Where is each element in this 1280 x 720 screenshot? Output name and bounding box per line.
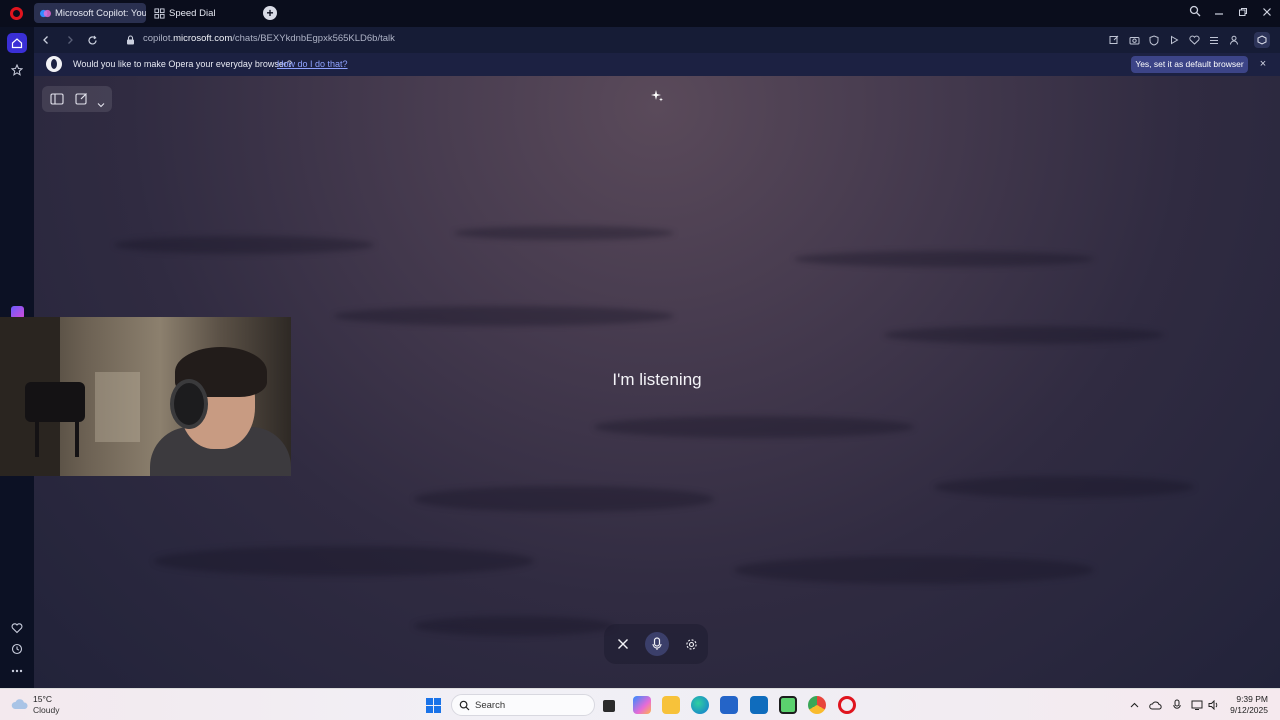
volume-icon[interactable] bbox=[1207, 698, 1221, 712]
minimize-button[interactable] bbox=[1209, 4, 1229, 22]
extensions-icon[interactable] bbox=[1254, 32, 1270, 48]
chevron-up-icon[interactable] bbox=[1127, 698, 1141, 712]
windows-taskbar: 15°C Cloudy Search 9:39 PM 9/12/2025 bbox=[0, 688, 1280, 720]
close-window-button[interactable] bbox=[1257, 4, 1277, 22]
edit-icon[interactable] bbox=[1106, 32, 1122, 48]
weather-temperature[interactable]: 15°C bbox=[33, 694, 52, 704]
tab-copilot[interactable]: Microsoft Copilot: Your AI bbox=[34, 3, 146, 23]
more-icon[interactable] bbox=[7, 661, 27, 681]
heart-icon[interactable] bbox=[7, 618, 27, 638]
menu-icon[interactable] bbox=[1206, 32, 1222, 48]
terminal-app-icon[interactable] bbox=[779, 696, 797, 714]
water-texture bbox=[794, 251, 1094, 267]
water-texture bbox=[934, 476, 1194, 498]
forward-button[interactable] bbox=[61, 31, 79, 49]
search-tabs-icon[interactable] bbox=[1185, 4, 1205, 22]
chair-leg bbox=[75, 417, 79, 457]
how-to-link[interactable]: How do I do that? bbox=[277, 59, 348, 69]
shield-icon[interactable] bbox=[1146, 32, 1162, 48]
water-texture bbox=[414, 616, 614, 636]
cloudy-weather-icon[interactable] bbox=[11, 698, 29, 710]
task-view-icon[interactable] bbox=[603, 700, 615, 712]
address-bar: copilot.microsoft.com/chats/BEXYkdnbEgpx… bbox=[34, 27, 1280, 53]
water-texture bbox=[334, 306, 674, 326]
tab-speed-dial[interactable]: Speed Dial bbox=[148, 3, 258, 23]
opera-taskbar-icon[interactable] bbox=[838, 696, 856, 714]
taskbar-search-box[interactable]: Search bbox=[451, 694, 595, 716]
set-default-browser-button[interactable]: Yes, set it as default browser bbox=[1131, 56, 1248, 73]
play-icon[interactable] bbox=[1166, 32, 1182, 48]
chevron-down-icon[interactable] bbox=[97, 95, 106, 108]
settings-gear-button[interactable] bbox=[679, 632, 703, 656]
infobar-message: Would you like to make Opera your everyd… bbox=[73, 59, 292, 69]
end-voice-button[interactable] bbox=[611, 632, 635, 656]
tab-bar: Microsoft Copilot: Your AI Speed Dial + bbox=[0, 0, 1280, 27]
headphones bbox=[170, 379, 208, 429]
copilot-favicon-icon bbox=[40, 9, 51, 17]
grid-icon bbox=[154, 7, 165, 19]
search-placeholder: Search bbox=[475, 700, 506, 711]
profile-icon[interactable] bbox=[1226, 32, 1242, 48]
microsoft-store-icon[interactable] bbox=[720, 696, 738, 714]
network-icon[interactable] bbox=[1190, 698, 1204, 712]
chair bbox=[25, 382, 85, 422]
tab-label: Microsoft Copilot: Your AI bbox=[55, 7, 146, 19]
windows-start-icon[interactable] bbox=[426, 698, 441, 713]
sparkle-icon bbox=[651, 90, 663, 102]
outlook-icon[interactable] bbox=[750, 696, 768, 714]
restore-button[interactable] bbox=[1233, 4, 1253, 22]
camera-icon[interactable] bbox=[1126, 32, 1142, 48]
copilot-app-icon[interactable] bbox=[633, 696, 651, 714]
file-explorer-icon[interactable] bbox=[662, 696, 680, 714]
default-browser-infobar: Would you like to make Opera your everyd… bbox=[34, 53, 1280, 76]
chrome-icon[interactable] bbox=[808, 696, 826, 714]
water-texture bbox=[884, 326, 1164, 344]
microphone-tray-icon[interactable] bbox=[1170, 698, 1184, 712]
back-button[interactable] bbox=[37, 31, 55, 49]
onedrive-icon[interactable] bbox=[1148, 698, 1162, 712]
close-infobar-button[interactable]: × bbox=[1256, 57, 1270, 71]
history-icon[interactable] bbox=[7, 639, 27, 659]
water-texture bbox=[454, 226, 674, 240]
clock-time[interactable]: 9:39 PM bbox=[1226, 694, 1268, 704]
clock-date[interactable]: 9/12/2025 bbox=[1222, 705, 1268, 715]
water-texture bbox=[154, 546, 534, 576]
favorite-heart-icon[interactable] bbox=[1186, 32, 1202, 48]
url-field[interactable]: copilot.microsoft.com/chats/BEXYkdnbEgpx… bbox=[143, 33, 395, 44]
new-chat-icon[interactable] bbox=[75, 92, 89, 106]
water-texture bbox=[114, 236, 374, 254]
weather-condition[interactable]: Cloudy bbox=[33, 705, 59, 715]
water-texture bbox=[414, 486, 714, 512]
lock-icon[interactable] bbox=[121, 31, 139, 49]
water-texture bbox=[734, 556, 1094, 584]
opera-logo-icon bbox=[46, 56, 62, 72]
star-icon[interactable] bbox=[7, 60, 27, 80]
microphone-button[interactable] bbox=[645, 632, 669, 656]
chair-leg bbox=[35, 417, 39, 457]
webcam-overlay bbox=[0, 317, 291, 476]
water-texture bbox=[594, 416, 914, 438]
voice-controls bbox=[604, 624, 708, 664]
search-icon bbox=[459, 700, 470, 711]
sidebar-toggle-icon[interactable] bbox=[50, 92, 64, 106]
shelf bbox=[95, 372, 140, 442]
new-tab-button[interactable]: + bbox=[263, 6, 277, 20]
chat-panel-controls bbox=[42, 86, 112, 112]
opera-logo-icon[interactable] bbox=[10, 7, 23, 20]
home-icon[interactable] bbox=[7, 33, 27, 53]
reload-button[interactable] bbox=[83, 31, 101, 49]
edge-browser-icon[interactable] bbox=[691, 696, 709, 714]
tab-label: Speed Dial bbox=[169, 7, 216, 19]
